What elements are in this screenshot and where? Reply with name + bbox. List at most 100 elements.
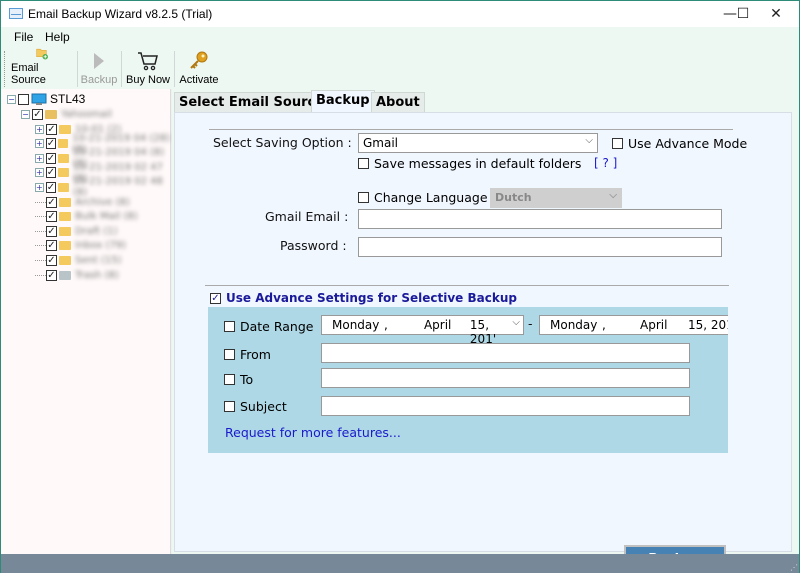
tree-checkbox[interactable]: ✓ [32, 108, 43, 120]
password-input[interactable] [358, 237, 722, 257]
folder-icon [58, 139, 69, 149]
checkbox[interactable] [358, 158, 369, 169]
tree-folder-label: Bulk Mail (8) [75, 211, 138, 223]
tree-account[interactable]: − ✓ Yahoomail [21, 107, 112, 121]
backup-toolbar-button[interactable]: Backup [81, 47, 117, 89]
request-features-link[interactable]: Request for more features... [225, 425, 401, 440]
resize-grip-icon[interactable]: ⋰ [790, 563, 798, 572]
checkbox[interactable]: ✓ [210, 292, 221, 304]
toolbar-separator [121, 51, 122, 87]
use-advance-mode-label: Use Advance Mode [628, 136, 748, 151]
backup-toolbar-label: Backup [80, 74, 118, 86]
language-select[interactable]: Dutch ⌵ [490, 188, 622, 208]
date-to-picker[interactable]: Monday , April 15, 201' [539, 315, 728, 335]
language-value: Dutch [495, 191, 532, 204]
gmail-email-input[interactable] [358, 209, 722, 229]
tab-backup[interactable]: Backup [311, 90, 375, 112]
date-to-date: 15, 201' [688, 318, 728, 332]
menu-help[interactable]: Help [45, 30, 70, 44]
expand-icon[interactable]: + [35, 182, 44, 192]
tree-folder-item[interactable]: ✓ Inbox (79) [35, 239, 126, 253]
tree-checkbox[interactable]: ✓ [46, 196, 57, 208]
tree-checkbox[interactable]: ✓ [45, 138, 57, 150]
advance-settings-label: Use Advance Settings for Selective Backu… [226, 291, 517, 305]
title-bar: Email Backup Wizard v8.2.5 (Trial) — ☐ ✕ [1, 1, 799, 27]
collapse-icon[interactable]: − [7, 94, 16, 104]
menu-file[interactable]: File [14, 30, 33, 44]
tree-checkbox[interactable]: ✓ [46, 211, 57, 223]
email-source-button[interactable]: Email Source [11, 47, 73, 89]
tree-checkbox[interactable]: ✓ [46, 240, 57, 252]
gmail-email-label: Gmail Email : [265, 209, 349, 224]
tree-folder-item[interactable]: ✓ Sent (15) [35, 253, 121, 267]
to-input[interactable] [321, 368, 690, 388]
tree-connector [35, 274, 46, 276]
tree-root-label: STL43 [50, 92, 86, 106]
collapse-icon[interactable]: − [21, 109, 30, 119]
date-range-checkbox[interactable]: Date Range [224, 319, 313, 334]
help-link[interactable]: [ ? ] [594, 156, 617, 170]
subject-checkbox[interactable]: Subject [224, 399, 287, 414]
divider [209, 129, 733, 130]
tree-folder-item[interactable]: + ✓ 10-21-2019 02 48 (8) [35, 176, 170, 198]
tab-select-email-source[interactable]: Select Email Source [174, 92, 330, 112]
subject-input[interactable] [321, 396, 690, 416]
tree-checkbox[interactable]: ✓ [45, 167, 57, 179]
folder-icon [58, 153, 69, 163]
close-button[interactable]: ✕ [753, 1, 799, 27]
tree-checkbox[interactable]: ✓ [46, 225, 57, 237]
tree-folder-item[interactable]: ✓ Trash (8) [35, 268, 119, 282]
date-from-picker[interactable]: Monday , April 15, 201' ⌵ [321, 315, 524, 346]
tree-connector [35, 259, 46, 261]
computer-icon [31, 93, 47, 105]
advance-settings-panel: Date Range Monday , April 15, 201' ⌵ - M… [208, 307, 728, 453]
expand-icon[interactable]: + [35, 168, 44, 178]
tree-folder-item[interactable]: ✓ Archive (8) [35, 195, 130, 209]
checkbox[interactable] [612, 138, 623, 149]
tree-checkbox[interactable]: ✓ [46, 123, 57, 135]
folder-icon [58, 168, 69, 178]
tree-root[interactable]: − STL43 [7, 92, 85, 106]
date-range-label: Date Range [240, 319, 314, 334]
tree-checkbox[interactable]: ✓ [45, 152, 57, 164]
date-from-sep: , [383, 318, 388, 332]
activate-button[interactable]: Activate [178, 47, 220, 89]
checkbox[interactable] [224, 349, 235, 360]
buy-now-button[interactable]: Buy Now [125, 47, 171, 89]
save-default-folders-checkbox[interactable]: Save messages in default folders [358, 156, 581, 171]
email-source-label: Email Source [11, 62, 46, 86]
tree-folder-item[interactable]: ✓ Bulk Mail (8) [35, 210, 138, 224]
checkbox[interactable] [358, 192, 369, 203]
tab-about[interactable]: About [371, 92, 425, 112]
tree-checkbox[interactable]: ✓ [45, 181, 57, 193]
folder-icon [59, 197, 71, 207]
tree-folder-label: Archive (8) [75, 196, 130, 208]
status-bar: ⋰ [1, 554, 799, 573]
date-from-month: April [423, 318, 452, 332]
tree-checkbox[interactable] [18, 93, 29, 105]
divider [205, 285, 729, 286]
folder-icon [59, 255, 71, 265]
saving-option-select[interactable]: Gmail ⌵ [358, 133, 598, 153]
expand-icon[interactable]: + [35, 124, 44, 134]
use-advance-mode-checkbox[interactable]: Use Advance Mode [612, 136, 747, 151]
advance-settings-checkbox[interactable]: ✓ Use Advance Settings for Selective Bac… [210, 291, 517, 305]
tree-checkbox[interactable]: ✓ [46, 269, 57, 281]
activate-label: Activate [179, 74, 219, 86]
to-checkbox[interactable]: To [224, 372, 253, 387]
subject-label: Subject [240, 399, 287, 414]
checkbox[interactable] [224, 374, 235, 385]
checkbox[interactable] [224, 321, 235, 332]
saving-option-value: Gmail [363, 136, 399, 150]
expand-icon[interactable]: + [35, 139, 44, 149]
change-language-checkbox[interactable]: Change Language [358, 190, 488, 205]
chevron-down-icon: ⌵ [609, 190, 617, 201]
from-input[interactable] [321, 343, 690, 363]
checkbox[interactable] [224, 401, 235, 412]
main-area: Select Email Source Backup About Select … [172, 89, 799, 573]
tree-checkbox[interactable]: ✓ [46, 254, 57, 266]
tree-folder-item[interactable]: ✓ Draft (1) [35, 224, 118, 238]
mailbox-icon [45, 109, 57, 119]
expand-icon[interactable]: + [35, 153, 44, 163]
from-checkbox[interactable]: From [224, 347, 271, 362]
